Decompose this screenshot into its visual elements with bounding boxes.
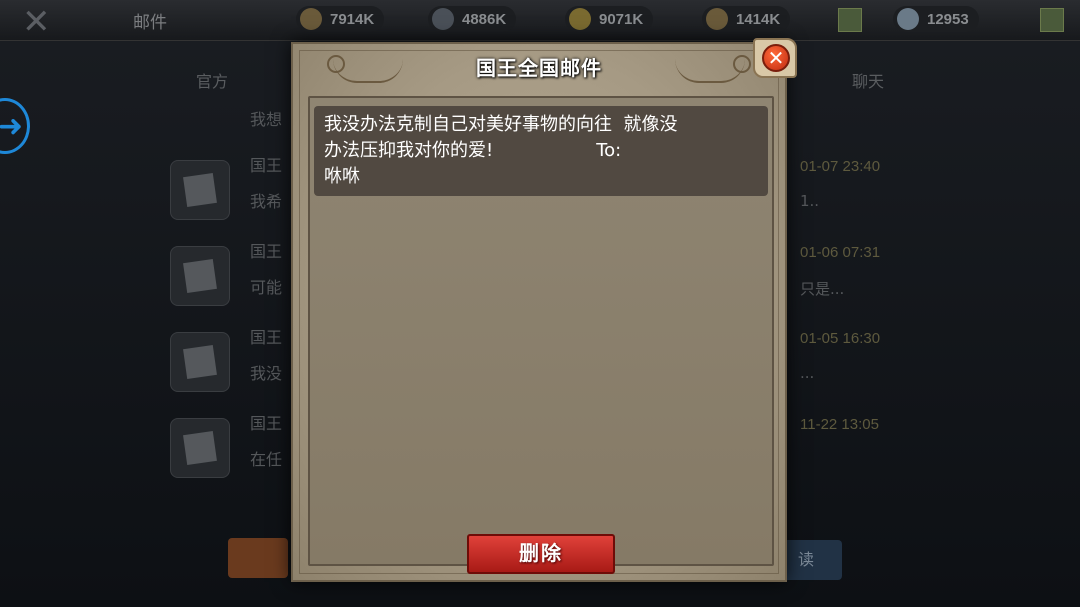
resource-value: 7914K: [330, 10, 375, 28]
resource-value: 1414K: [736, 10, 781, 28]
mail-date: 01-07 23:40: [800, 158, 881, 175]
mail-icon: [170, 246, 230, 306]
mail-sender: 国王: [250, 328, 283, 347]
page-title: 邮件: [133, 13, 167, 33]
mail-date: 01-06 07:31: [800, 244, 881, 261]
food-icon: [569, 8, 591, 30]
gem-icon: [897, 8, 919, 30]
iron-icon: [432, 8, 454, 30]
add-gem-icon[interactable]: [1040, 8, 1064, 32]
mail-preview: 可能: [250, 278, 283, 297]
mail-preview: 我想: [250, 110, 283, 129]
close-button[interactable]: ✕: [753, 38, 797, 78]
resource-food: 9071K: [565, 6, 654, 32]
stone-icon: [706, 8, 728, 30]
back-icon[interactable]: ✕: [22, 2, 51, 42]
bottom-left-button[interactable]: [228, 538, 288, 578]
message-box: 我没办法克制自己对美好事物的向往 就像没 办法压抑我对你的爱! To: 咻咻: [314, 106, 768, 196]
resource-value: 9071K: [599, 10, 644, 28]
message-text: 我没办法克制自己对美好事物的向往 就像没 办法压抑我对你的爱! To: 咻咻: [324, 114, 678, 187]
resource-gem: 12953: [893, 6, 979, 32]
add-resource-icon[interactable]: [838, 8, 862, 32]
mail-icon: [170, 160, 230, 220]
tab-official[interactable]: 官方: [196, 68, 228, 92]
top-bar: ✕ 邮件 7914K 4886K 9071K 1414K 12953: [0, 0, 1080, 42]
mail-date: 11-22 13:05: [800, 416, 879, 433]
resource-value: 4886K: [462, 10, 507, 28]
mail-sender: 国王: [250, 156, 283, 175]
tab-chat[interactable]: 聊天: [852, 68, 884, 92]
resource-value: 12953: [927, 10, 969, 28]
mail-extra: 1..: [800, 192, 820, 210]
delete-button[interactable]: 删除: [467, 534, 615, 574]
mail-date: 01-05 16:30: [800, 330, 881, 347]
mail-icon: [170, 418, 230, 478]
close-icon: ✕: [762, 44, 790, 72]
resource-stone: 1414K: [702, 6, 791, 32]
mail-sender: 国王: [250, 242, 283, 261]
mail-preview: 在任: [250, 450, 283, 469]
mail-dialog: 国王全国邮件 我没办法克制自己对美好事物的向往 就像没 办法压抑我对你的爱! T…: [291, 42, 787, 582]
resource-wood: 7914K: [296, 6, 385, 32]
mail-preview: 我希: [250, 192, 283, 211]
mail-icon: [170, 332, 230, 392]
mail-preview: 我没: [250, 364, 283, 383]
resource-iron: 4886K: [428, 6, 517, 32]
mail-sender: 国王: [250, 414, 283, 433]
mail-extra: ...: [800, 364, 815, 382]
mail-extra: 只是...: [800, 280, 845, 298]
wood-icon: [300, 8, 322, 30]
content-panel: 我没办法克制自己对美好事物的向往 就像没 办法压抑我对你的爱! To: 咻咻: [308, 96, 774, 566]
